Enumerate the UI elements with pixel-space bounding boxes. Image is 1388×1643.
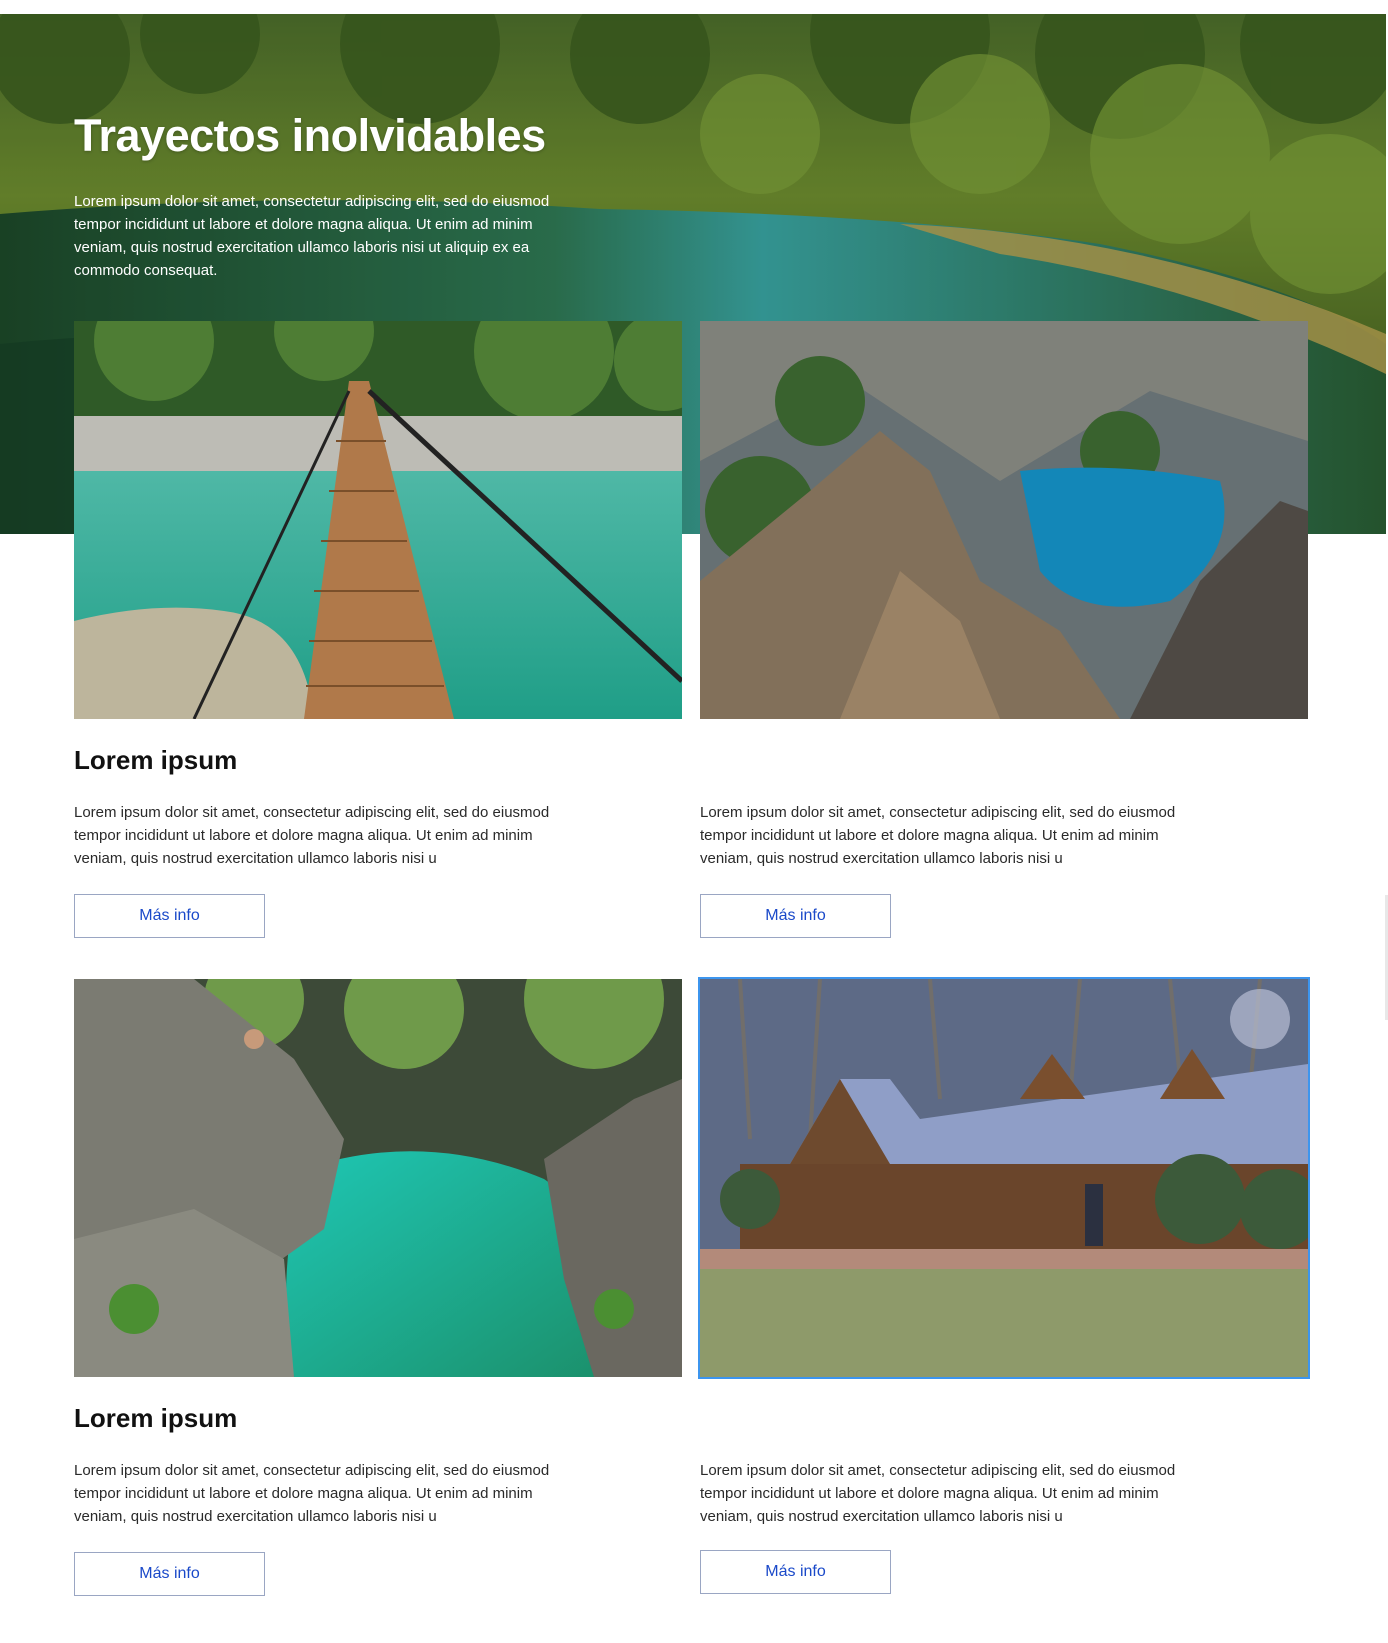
more-info-button[interactable]: Más info [700,1550,891,1594]
card-description: Lorem ipsum dolor sit amet, consectetur … [74,1462,550,1525]
more-info-button[interactable]: Más info [74,894,265,938]
destination-card-3: Lorem ipsum Lorem ipsum dolor sit amet, … [74,979,682,1599]
card-title: Lorem ipsum [74,745,238,775]
card-image-cabin[interactable] [698,977,1310,1379]
card-description: Lorem ipsum dolor sit amet, consectetur … [700,1462,1176,1525]
page-title: Trayectos inolvidables [74,110,546,161]
destination-card-4: Lorem ipsum dolor sit amet, consectetur … [698,977,1310,1599]
card-title: Lorem ipsum [74,1403,238,1433]
card-description: Lorem ipsum dolor sit amet, consectetur … [700,804,1176,867]
card-image-gorge[interactable] [74,979,682,1377]
card-description: Lorem ipsum dolor sit amet, consectetur … [74,804,550,867]
more-info-button[interactable]: Más info [700,894,891,938]
hero-description: Lorem ipsum dolor sit amet, consectetur … [74,193,550,279]
card-image-lagoon[interactable] [700,321,1308,719]
more-info-button[interactable]: Más info [74,1552,265,1596]
destination-card-1: Lorem ipsum Lorem ipsum dolor sit amet, … [74,321,682,941]
destination-card-2: Lorem ipsum dolor sit amet, consectetur … [700,321,1308,941]
card-image-bridge[interactable] [74,321,682,719]
